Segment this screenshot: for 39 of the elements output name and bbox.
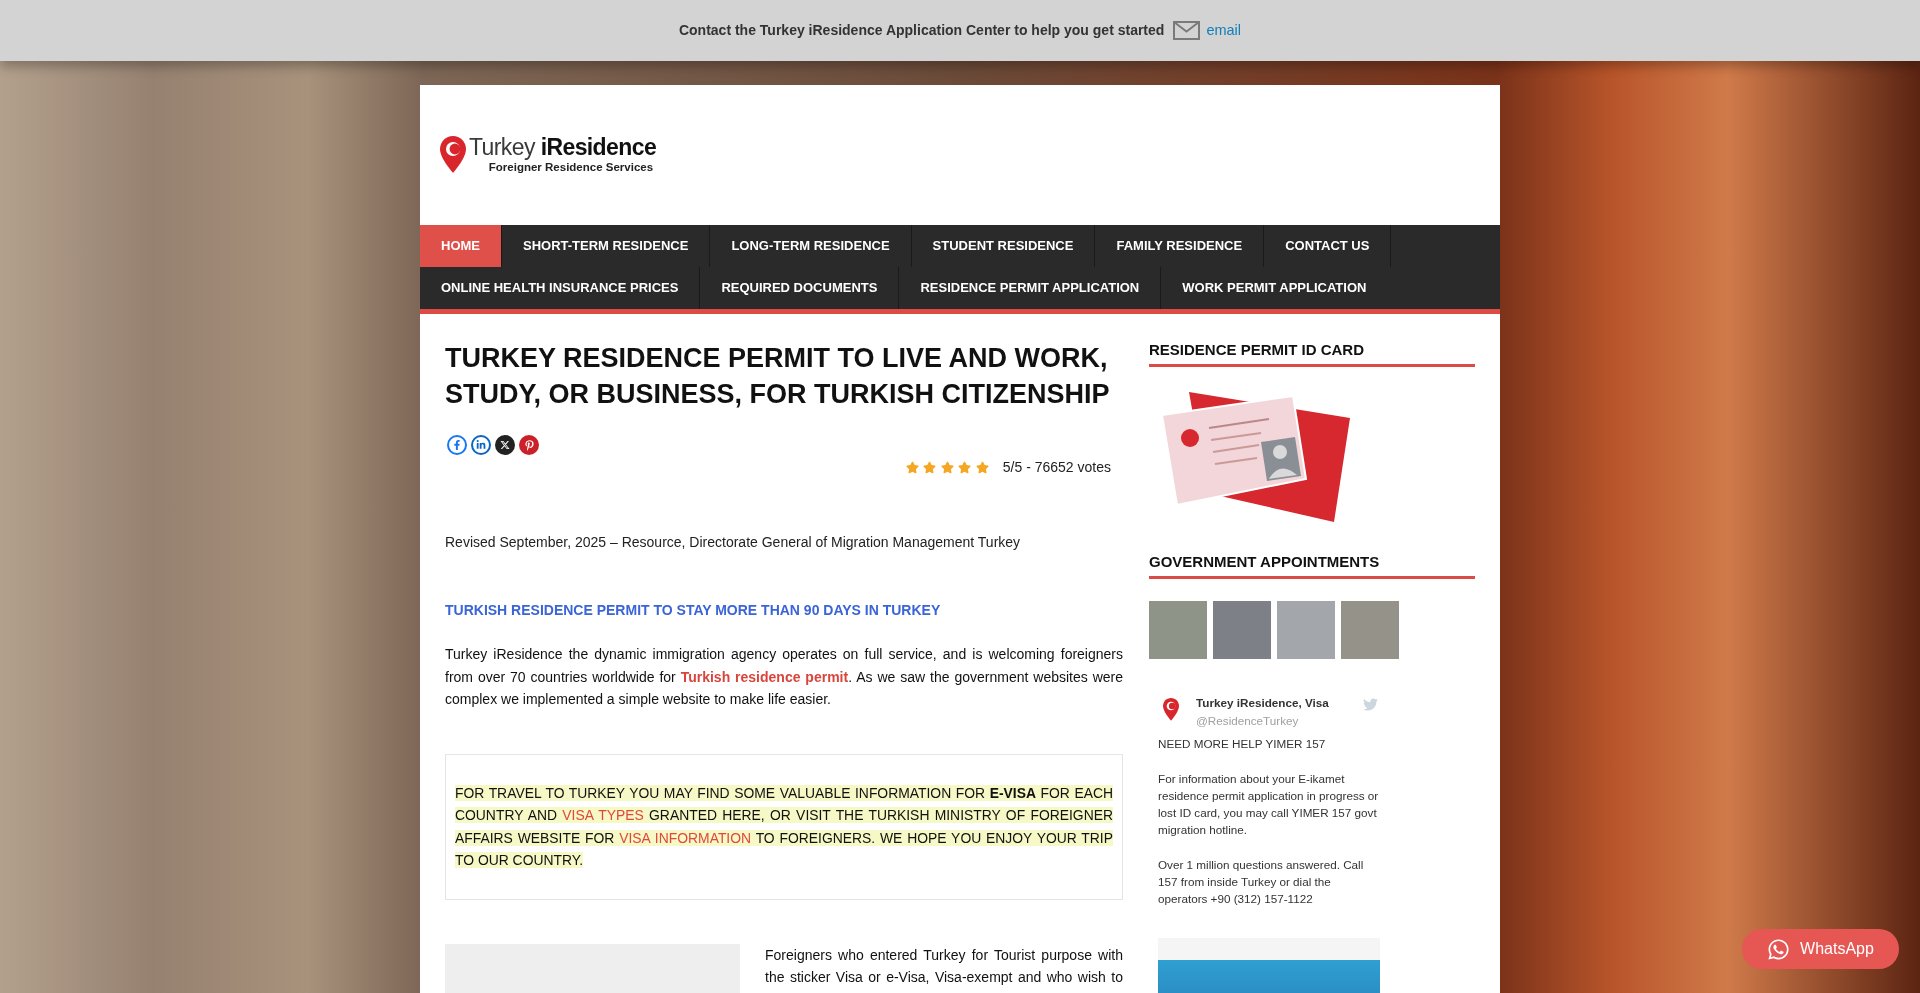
tweet-text: Over 1 million questions answered. Call 157 from inside Turkey or dial the operators +90 (312) 157-1122 <box>1158 857 1365 907</box>
pinterest-icon[interactable] <box>519 435 539 455</box>
star-icon[interactable] <box>905 460 919 474</box>
section-heading: TURKISH RESIDENCE PERMIT TO STAY MORE THAN 90 DAYS IN TURKEY <box>445 601 942 620</box>
article-title: TURKEY RESIDENCE PERMIT TO LIVE AND WORK, STUDY, OR BUSINESS, FOR TURKISH CITIZENSHIP <box>445 342 1111 411</box>
star-rating[interactable] <box>905 460 989 474</box>
widget-title: RESIDENCE PERMIT ID CARD <box>1149 340 1475 367</box>
bird-icon[interactable] <box>1363 697 1378 712</box>
star-icon[interactable] <box>958 460 972 474</box>
location-pin-icon <box>440 135 466 175</box>
logo-title[interactable]: Turkey iResidence <box>469 134 657 160</box>
text-link[interactable]: VISA INFORMATION <box>619 829 752 846</box>
intro-paragraph: Turkey iResidence the dynamic immigration agency operates on full service, and is welcoming foreigners from over 70 countries worldwide for Turkish residence permit. As we saw the government websites were complex we implemented a simple website to make life easier. <box>445 645 1123 709</box>
linkedin-icon[interactable] <box>471 435 491 455</box>
whatsapp-icon <box>1767 937 1791 961</box>
photo-placeholder <box>1213 601 1271 659</box>
star-icon[interactable] <box>940 460 954 474</box>
whatsapp-button[interactable]: WhatsApp <box>1742 929 1899 969</box>
rating-reading: 5/5 - 76652 votes <box>1002 457 1111 477</box>
nav-item[interactable]: HOME <box>420 225 502 267</box>
tweet-text: For information about your E-ikamet residence permit application in progress or lost ID card, you may call YIMER 157 govt migration hotline. <box>1158 771 1380 838</box>
x-icon[interactable] <box>495 435 515 455</box>
body-paragraph: Foreigners who entered Turkey for Tourist purpose with the sticker Visa or e-Visa, Visa-exempt and who wish to <box>765 945 1123 987</box>
notice-text: FOR TRAVEL TO TURKEY YOU MAY FIND SOME VALUABLE INFORMATION FOR E-VISA FOR EACH COUNTRY AND VISA TYPES GRANTED HERE, OR VISIT THE TURKISH MINISTRY OF FOREIGNER AFFAIRS WEBSITE FOR VISA INFORMATION TO FOREIGNERS. WE HOPE YOU ENJOY YOUR TRIP TO OUR COUNTRY. <box>455 783 1113 870</box>
text-link[interactable]: VISA TYPES <box>562 807 644 823</box>
tweet-text: NEED MORE HELP YIMER 157 <box>1158 736 1327 752</box>
mail-icon <box>1173 21 1201 40</box>
widget-title: GOVERNMENT APPOINTMENTS <box>1149 552 1475 579</box>
contact-message: Contact the Turkey iResidence Application Center to help you get started <box>678 21 1165 40</box>
facebook-icon[interactable] <box>447 435 467 455</box>
tweet-author[interactable]: Turkey iResidence, Visa <box>1196 694 1329 712</box>
photo-placeholder <box>1277 601 1335 659</box>
photo-placeholder <box>1149 601 1207 659</box>
photo-placeholder <box>1341 601 1399 659</box>
location-pin-icon <box>1163 698 1179 722</box>
star-icon[interactable] <box>923 460 937 474</box>
revised-note: Revised September, 2025 – Resource, Directorate General of Migration Management Turkey <box>445 533 1022 552</box>
star-icon[interactable] <box>975 460 989 474</box>
logo-tagline: Foreigner Residence Services <box>488 160 654 174</box>
